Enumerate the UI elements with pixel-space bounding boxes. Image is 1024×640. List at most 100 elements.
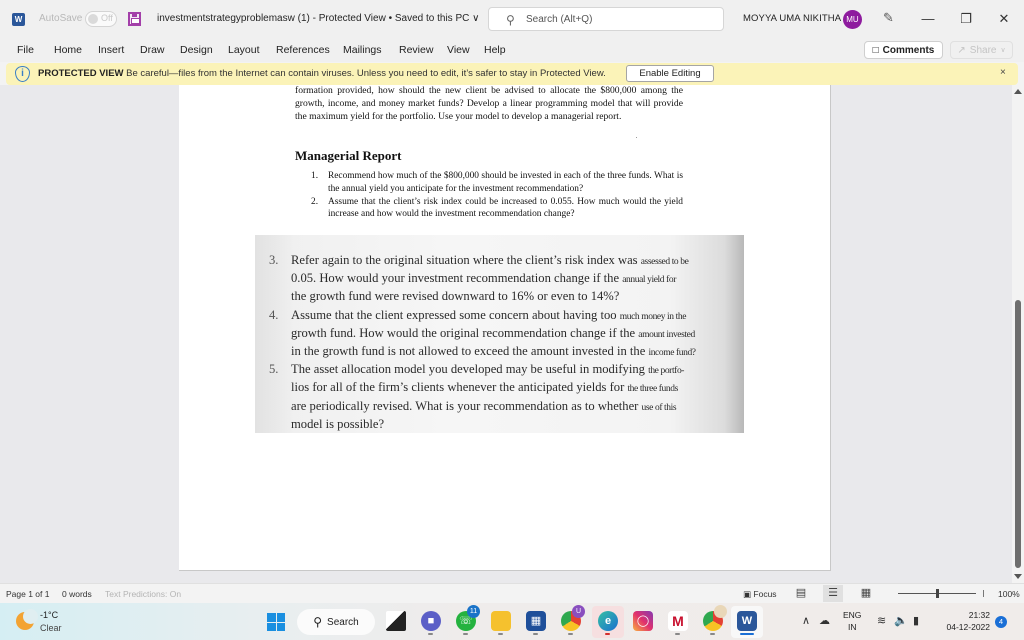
document-canvas: formation provided, how should the new c… [0,85,1012,583]
tab-insert[interactable]: Insert [98,44,124,56]
search-input[interactable]: ⚲ Search (Alt+Q) [488,7,724,31]
tab-draw[interactable]: Draw [140,44,165,56]
taskbar-search-button[interactable]: ⚲ Search [297,609,375,635]
text-predictions-status[interactable]: Text Predictions: On [105,589,181,599]
scanned-line: are periodically revised. What is your r… [269,398,739,416]
file-explorer-icon[interactable] [491,611,511,635]
windows-start-icon[interactable] [267,613,285,631]
user-name[interactable]: MOYYA UMA NIKITHA [743,13,841,24]
tab-mailings[interactable]: Mailings [343,44,382,56]
edge-icon[interactable]: e [598,611,618,635]
chrome-profile-badge: U [572,605,585,618]
close-icon[interactable]: × [1000,67,1006,78]
save-icon[interactable] [128,12,141,26]
protected-view-text: Be careful—files from the Internet can c… [126,68,606,79]
focus-button[interactable]: ▣ Focus [743,589,777,600]
document-page[interactable]: formation provided, how should the new c… [179,85,831,571]
running-indicator [463,633,468,635]
line-text-compressed: the three funds [627,384,678,395]
whatsapp-badge: 11 [467,605,480,618]
print-layout-icon[interactable]: ☰ [823,585,843,602]
volume-icon[interactable]: 🔈 [894,614,908,627]
battery-icon[interactable]: ▮ [913,614,919,627]
tab-layout[interactable]: Layout [228,44,260,56]
whatsapp-icon[interactable]: ☏ 11 [456,605,480,635]
word-count[interactable]: 0 words [62,589,92,599]
language-code: ENG [843,610,862,620]
close-button[interactable]: ✕ [989,8,1019,30]
share-button[interactable]: ↗ Share ∨ [950,41,1013,59]
comments-button[interactable]: □ Comments [864,41,943,59]
scroll-up-arrow-icon[interactable] [1014,89,1022,94]
chrome-profile-icon[interactable] [703,605,727,635]
line-text: the growth fund were revised downward to… [291,289,620,304]
line-text: lios for all of the firm’s clients whene… [291,380,628,395]
line-text-compressed: amount invested [638,329,695,340]
onedrive-cloud-icon[interactable]: ☁ [819,614,830,627]
word-app-icon: W [12,13,25,26]
shield-info-icon: i [15,66,30,82]
zoom-level[interactable]: 100% [998,589,1020,599]
tab-home[interactable]: Home [54,44,82,56]
wifi-icon[interactable]: ≋ [877,614,886,627]
scanned-line: 4. Assume that the client expressed some … [269,307,739,325]
language-indicator[interactable]: ENG IN [843,609,861,633]
chevron-up-icon[interactable]: ∧ [802,614,810,627]
comments-label: Comments [882,44,935,56]
scanned-line: lios for all of the firm’s clients whene… [269,379,739,397]
zoom-slider-thumb[interactable] [936,589,939,598]
web-layout-icon[interactable]: ▦ [856,585,876,602]
vertical-scrollbar[interactable] [1012,85,1024,583]
list-item: 1. Recommend how much of the $800,000 sh… [311,170,683,196]
tab-design[interactable]: Design [180,44,213,56]
tab-view[interactable]: View [447,44,470,56]
notification-badge[interactable]: 4 [995,616,1007,628]
speck [636,137,637,138]
item-number: 5. [269,362,279,377]
line-text: model is possible? [291,416,385,431]
protected-view-title: PROTECTED VIEW [38,68,124,79]
instagram-icon[interactable]: ◯ [633,611,653,631]
scanned-line: 5. The asset allocation model you develop… [269,361,739,379]
document-title[interactable]: investmentstrategyproblemasw (1) - Prote… [157,13,479,24]
line-text: Refer again to the original situation wh… [291,253,641,267]
page-count[interactable]: Page 1 of 1 [6,589,49,599]
tab-file[interactable]: File [17,44,34,56]
mcafee-icon[interactable]: M [668,611,688,635]
share-label: Share [969,44,997,56]
line-text: in the growth fund is not allowed to exc… [291,344,649,359]
microsoft-store-icon[interactable]: ▦ [526,611,546,635]
line-text-compressed: the portfo- [648,366,685,377]
scanned-line: growth fund. How would the original reco… [269,325,739,343]
scanned-line: model is possible? [269,416,739,434]
running-indicator [740,633,754,635]
search-placeholder: Search (Alt+Q) [526,14,593,25]
clock[interactable]: 21:32 04-12-2022 [930,609,990,633]
item-number: 1. [311,171,319,181]
avatar[interactable]: MU [843,10,862,29]
enable-editing-button[interactable]: Enable Editing [626,65,714,82]
minimize-button[interactable]: — [913,8,943,30]
tab-help[interactable]: Help [484,44,506,56]
chevron-down-icon: ∨ [1000,47,1006,54]
weather-condition[interactable]: Clear [40,623,62,633]
chrome-icon[interactable]: U [561,605,585,635]
tab-review[interactable]: Review [399,44,433,56]
read-mode-icon[interactable]: ▤ [791,585,811,602]
running-indicator [710,633,715,635]
scroll-down-arrow-icon[interactable] [1014,574,1022,579]
line-text-compressed: assessed to be [640,257,689,267]
intro-paragraph: formation provided, how should the new c… [295,85,683,122]
pen-icon[interactable]: ✎ [883,10,894,26]
moon-icon[interactable] [16,609,38,630]
teams-chat-icon[interactable]: ■ [421,611,441,635]
word-taskbar-icon[interactable]: W [737,611,757,635]
scrollbar-thumb[interactable] [1015,300,1021,568]
title-bar: W AutoSave Off investmentstrategyproblem… [0,0,1024,38]
weather-temperature[interactable]: -1°C [40,610,58,620]
task-view-icon[interactable] [386,611,406,631]
restore-button[interactable]: ❐ [951,8,981,30]
tab-references[interactable]: References [276,44,330,56]
running-indicator [428,633,433,635]
autosave-toggle[interactable]: Off [85,11,117,27]
